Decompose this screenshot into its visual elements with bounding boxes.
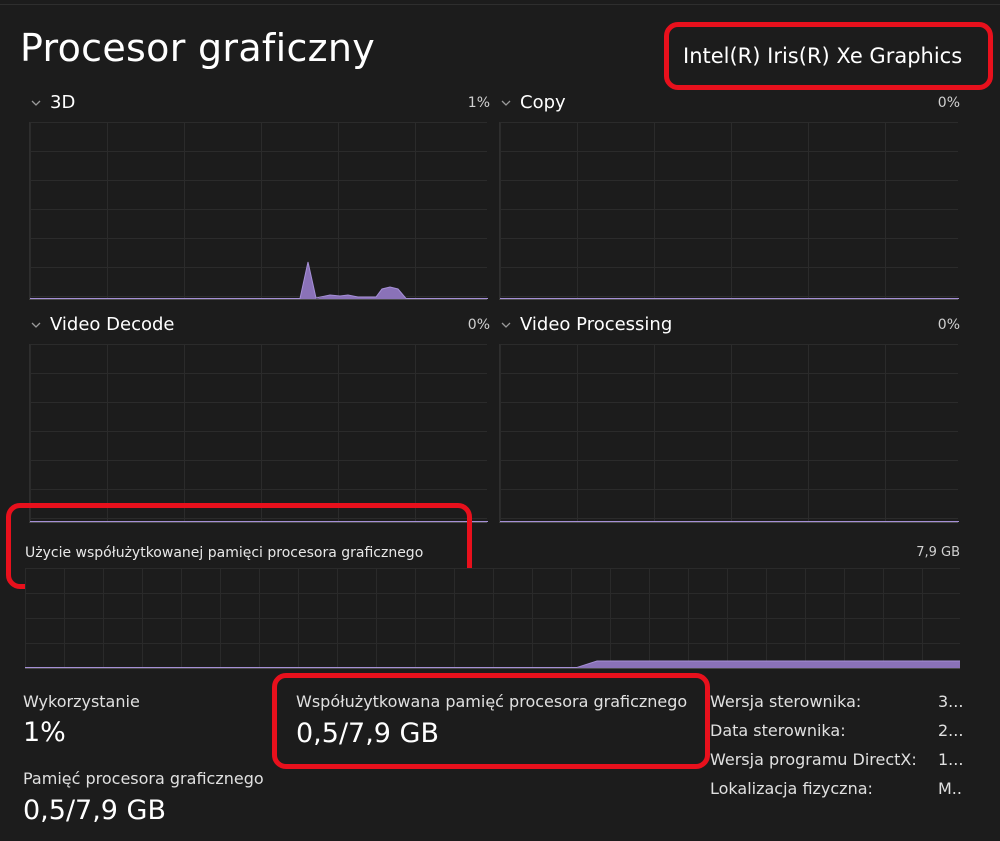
- driver-version-label: Wersja sterownika:: [710, 692, 862, 711]
- engine-selector-video-processing[interactable]: Video Processing: [500, 314, 672, 335]
- shared-memory-chart-max: 7,9 GB: [916, 545, 960, 560]
- engine-selector-3d[interactable]: 3D: [30, 92, 75, 113]
- driver-version-value: 3...: [938, 692, 963, 711]
- engine-percent: 1%: [467, 95, 490, 111]
- engine-selector-copy[interactable]: Copy: [500, 92, 566, 113]
- engine-name: 3D: [50, 92, 76, 113]
- gpu-name-highlight: [664, 22, 993, 90]
- shared-memory-usage-area: [25, 660, 960, 668]
- physical-location-label: Lokalizacja fizyczna:: [710, 779, 873, 798]
- gpu-memory-label: Pamięć procesora graficznego: [23, 769, 264, 788]
- utilization-value: 1%: [23, 717, 66, 748]
- driver-date-value: 2...: [938, 721, 963, 740]
- engine-usage-line: [500, 521, 959, 522]
- engine-selector-video-decode[interactable]: Video Decode: [30, 314, 175, 335]
- engine-graph-video-processing: [499, 344, 959, 523]
- engine-name: Video Processing: [520, 314, 673, 335]
- shared-memory-stat-highlight: [272, 673, 710, 769]
- window-top-divider: [0, 4, 1000, 5]
- physical-location-value: M...: [938, 779, 963, 798]
- engine-percent: 0%: [937, 317, 960, 333]
- engine-usage-area: [30, 261, 488, 299]
- driver-date-label: Data sterownika:: [710, 721, 846, 740]
- gpu-memory-value: 0,5/7,9 GB: [23, 795, 167, 826]
- engine-usage-line: [30, 521, 488, 522]
- engine-graph-copy: [499, 122, 959, 300]
- shared-memory-graph: [25, 568, 960, 669]
- directx-version-label: Wersja programu DirectX:: [710, 750, 917, 769]
- chevron-down-icon: [501, 100, 511, 106]
- chevron-down-icon: [501, 322, 511, 328]
- directx-version-value: 1...: [938, 750, 963, 769]
- engine-name: Video Decode: [50, 314, 175, 335]
- engine-name: Copy: [520, 92, 566, 113]
- chevron-down-icon: [31, 100, 41, 106]
- utilization-label: Wykorzystanie: [23, 692, 140, 711]
- engine-percent: 0%: [937, 95, 960, 111]
- engine-graph-3d: [29, 122, 488, 300]
- chevron-down-icon: [31, 322, 41, 328]
- engine-graph-video-decode: [29, 344, 488, 523]
- engine-percent: 0%: [467, 317, 490, 333]
- engine-usage-line: [500, 298, 959, 299]
- page-title: Procesor graficzny: [20, 26, 376, 70]
